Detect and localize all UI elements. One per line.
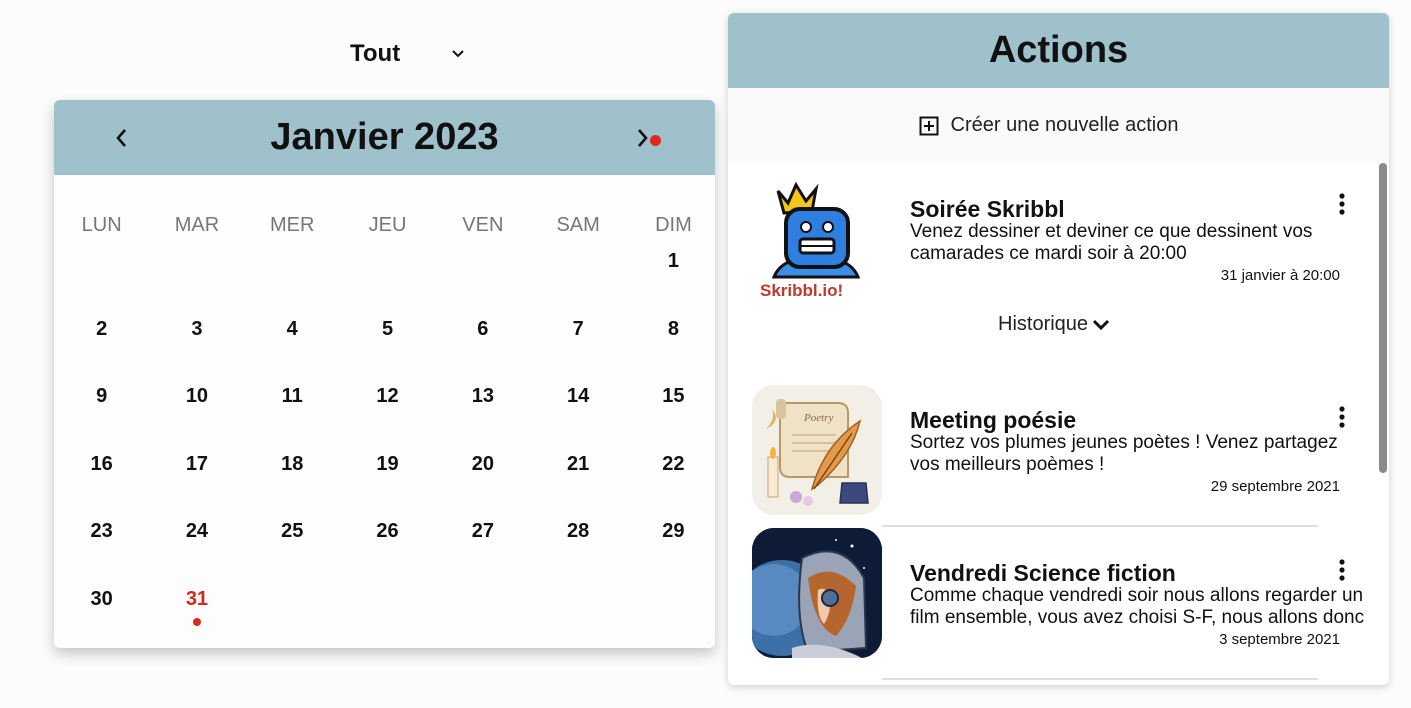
action-description: Comme chaque vendredi soir nous allons r… [910,585,1365,628]
calendar-day[interactable]: 31 [149,586,244,649]
more-options-icon[interactable] [1336,193,1348,215]
next-month-event-dot [650,135,661,146]
weekday-label: JEU [368,214,407,236]
poetry-image: Poetry [752,385,882,515]
calendar-day[interactable]: 17 [149,451,244,519]
weekday-label: SAM [556,214,600,236]
calendar-day[interactable]: 21 [530,451,625,519]
calendar-day[interactable]: 14 [530,383,625,451]
action-date: 3 septembre 2021 [1219,631,1340,648]
calendar-day[interactable]: 11 [245,383,340,451]
calendar-day[interactable]: 22 [626,451,715,519]
calendar-day[interactable]: 5 [340,316,435,384]
calendar-day[interactable]: 4 [245,316,340,384]
action-date: 31 janvier à 20:00 [1220,267,1340,284]
empty-day-cell [54,248,149,316]
calendar-day[interactable]: 13 [435,383,530,451]
calendar-day[interactable]: 3 [149,316,244,384]
calendar-day[interactable]: 25 [245,518,340,586]
calendar-day[interactable]: 7 [530,316,625,384]
history-label: Historique [998,313,1089,335]
empty-day-cell [340,248,435,316]
weekday-label: MER [270,214,315,236]
science-fiction-image [752,528,882,658]
chevron-down-icon [452,50,464,58]
empty-day-cell [245,248,340,316]
calendar: Janvier 2023 LUN MAR MER JEU VEN SAM DIM… [54,100,715,648]
calendar-day[interactable]: 10 [149,383,244,451]
weekday-label: LUN [81,214,122,236]
more-options-icon[interactable] [1336,559,1348,581]
list-item[interactable]: Skribbl.io! Soirée Skribbl Venez dessine… [728,163,1368,383]
weekday-label: MAR [174,214,220,236]
action-title: Soirée Skribbl [910,196,1065,222]
history-toggle[interactable]: Historique [998,313,1110,336]
list-item[interactable]: Poetry Meeting poésie Sortez vos plumes … [728,385,1368,527]
empty-day-cell [530,248,625,316]
calendar-day[interactable]: 20 [435,451,530,519]
calendar-day[interactable]: 15 [626,383,715,451]
calendar-day[interactable]: 6 [435,316,530,384]
item-divider [882,678,1318,680]
more-options-icon[interactable] [1336,406,1348,428]
calendar-day[interactable]: 9 [54,383,149,451]
create-action-button[interactable]: Créer une nouvelle action [728,88,1389,163]
category-filter-select[interactable]: Tout [350,40,464,68]
filter-selected-value: Tout [350,40,401,67]
weekday-header-row: LUN MAR MER JEU VEN SAM DIM [54,214,715,237]
actions-scrollbar[interactable] [1379,163,1387,473]
calendar-days-grid: 1 2 3 4 5 6 7 8 9 10 11 12 13 14 15 16 17 18 19 20 21 22 23 24 2… [54,248,715,648]
calendar-day[interactable]: 26 [340,518,435,586]
add-square-icon [919,116,939,135]
calendar-header: Janvier 2023 [54,100,715,175]
calendar-day[interactable]: 16 [54,451,149,519]
month-title: Janvier 2023 [270,116,499,158]
calendar-day[interactable]: 8 [626,316,715,384]
action-title: Meeting poésie [910,407,1077,433]
empty-day-cell [149,248,244,316]
calendar-day[interactable]: 19 [340,451,435,519]
empty-day-cell [435,248,530,316]
skribbl-image: Skribbl.io! [752,173,882,303]
list-item[interactable]: Vendredi Science fiction Comme chaque ve… [728,528,1368,685]
weekday-label: VEN [462,214,504,236]
calendar-day[interactable]: 30 [54,586,149,649]
skribbl-logo-text: Skribbl.io! [760,281,843,300]
create-action-label: Créer une nouvelle action [950,114,1179,136]
poetry-image-text: Poetry [803,412,833,424]
actions-title: Actions [988,29,1129,71]
calendar-day[interactable]: 28 [530,518,625,586]
calendar-day[interactable]: 23 [54,518,149,586]
calendar-day[interactable]: 29 [626,518,715,586]
chevron-down-icon [1092,319,1110,330]
actions-header: Actions [728,13,1389,88]
action-description: Sortez vos plumes jeunes poètes ! Venez … [910,432,1338,475]
action-date: 29 septembre 2021 [1210,478,1340,495]
action-title: Vendredi Science fiction [910,560,1176,586]
calendar-day[interactable]: 1 [626,248,715,316]
actions-list: Skribbl.io! Soirée Skribbl Venez dessine… [728,163,1389,685]
weekday-label: DIM [655,214,692,236]
actions-panel: Actions Créer une nouvelle action Skribb… [728,13,1389,685]
calendar-day[interactable]: 2 [54,316,149,384]
calendar-day[interactable]: 27 [435,518,530,586]
calendar-day[interactable]: 12 [340,383,435,451]
event-dot [192,617,201,626]
action-description: Venez dessiner et deviner ce que dessine… [910,221,1313,264]
calendar-day[interactable]: 24 [149,518,244,586]
item-divider [882,525,1318,527]
calendar-day[interactable]: 18 [245,451,340,519]
